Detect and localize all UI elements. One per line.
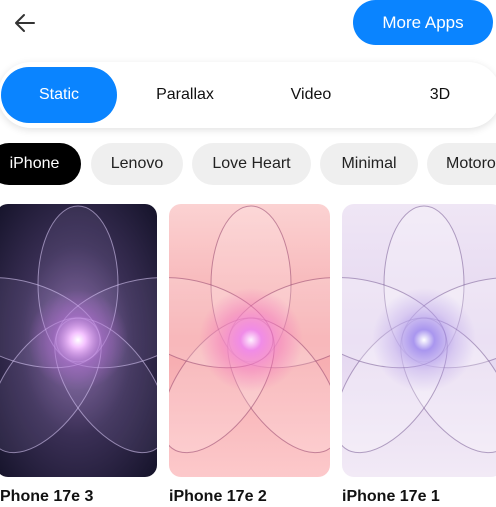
chip-lenovo[interactable]: Lenovo — [91, 143, 183, 185]
wallpaper-type-tabs: Static Parallax Video 3D — [0, 62, 496, 128]
chip-motorola[interactable]: Motoro — [427, 143, 496, 185]
tab-parallax[interactable]: Parallax — [126, 67, 244, 123]
wallpaper-card[interactable] — [169, 204, 330, 477]
wallpaper-thumbnail — [169, 204, 330, 477]
wallpaper-thumbnail — [342, 204, 496, 477]
tab-static[interactable]: Static — [1, 67, 117, 123]
category-chips: iPhone Lenovo Love Heart Minimal Motoro — [0, 143, 496, 185]
wallpaper-card[interactable] — [0, 204, 157, 477]
wallpaper-thumbnail — [0, 204, 157, 477]
tab-video[interactable]: Video — [256, 67, 366, 123]
chip-minimal[interactable]: Minimal — [320, 143, 418, 185]
wallpaper-title: Phone 17e 3 — [0, 488, 94, 505]
wallpaper-title: iPhone 17e 1 — [342, 488, 440, 505]
arrow-left-icon — [15, 14, 35, 32]
chip-love-heart[interactable]: Love Heart — [192, 143, 311, 185]
chip-iphone[interactable]: iPhone — [0, 143, 81, 185]
tab-3d[interactable]: 3D — [390, 67, 490, 123]
more-apps-button[interactable]: More Apps — [353, 0, 493, 45]
back-button[interactable] — [10, 8, 40, 38]
wallpaper-card[interactable] — [342, 204, 496, 477]
wallpaper-title: iPhone 17e 2 — [169, 488, 267, 505]
